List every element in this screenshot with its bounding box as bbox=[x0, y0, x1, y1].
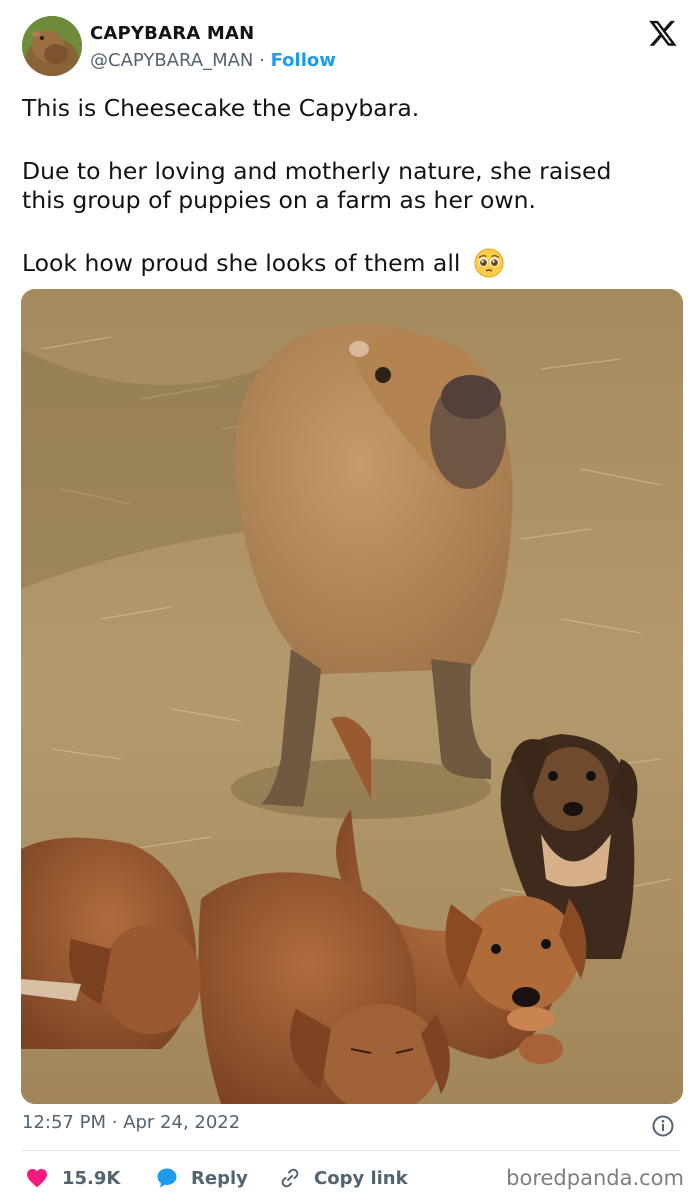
separator: · bbox=[259, 50, 265, 71]
copy-link-button[interactable]: Copy link bbox=[278, 1160, 408, 1196]
reply-bubble-icon bbox=[157, 1168, 177, 1188]
like-count: 15.9K bbox=[62, 1167, 121, 1189]
x-logo-icon[interactable] bbox=[648, 18, 678, 48]
tweet-text-line: Due to her loving and motherly nature, s… bbox=[22, 157, 612, 185]
tweet-date: Apr 24, 2022 bbox=[123, 1112, 241, 1133]
tweet-timestamp[interactable]: 12:57 PM · Apr 24, 2022 bbox=[22, 1112, 240, 1133]
capybara-with-puppies-image bbox=[21, 289, 683, 1104]
link-icon bbox=[281, 1168, 299, 1188]
reply-label: Reply bbox=[191, 1167, 248, 1189]
separator: · bbox=[111, 1112, 118, 1133]
copy-link-label: Copy link bbox=[314, 1167, 408, 1189]
tweet-photo[interactable] bbox=[21, 289, 683, 1104]
avatar[interactable] bbox=[22, 16, 82, 76]
tweet-text: Look how proud she looks of them all bbox=[22, 249, 461, 277]
follow-button[interactable]: Follow bbox=[271, 50, 336, 71]
tweet-header: CAPYBARA MAN @CAPYBARA_MAN · Follow bbox=[22, 16, 682, 78]
divider bbox=[22, 1150, 680, 1151]
reply-button[interactable]: Reply bbox=[155, 1160, 248, 1196]
user-handle[interactable]: @CAPYBARA_MAN bbox=[90, 50, 253, 71]
pleading-face-emoji bbox=[474, 248, 504, 278]
tweet-time: 12:57 PM bbox=[22, 1112, 106, 1133]
handle-line: @CAPYBARA_MAN · Follow bbox=[90, 50, 336, 71]
info-icon[interactable] bbox=[651, 1114, 675, 1138]
tweet-text-line: This is Cheesecake the Capybara. bbox=[22, 94, 420, 122]
watermark: boredpanda.com bbox=[506, 1166, 684, 1190]
tweet-text-line-with-emoji: Look how proud she looks of them all bbox=[22, 248, 504, 278]
tweet-text-line: this group of puppies on a farm as her o… bbox=[22, 186, 536, 214]
display-name[interactable]: CAPYBARA MAN bbox=[90, 23, 254, 44]
heart-icon bbox=[27, 1169, 47, 1188]
like-button[interactable]: 15.9K bbox=[24, 1160, 120, 1196]
